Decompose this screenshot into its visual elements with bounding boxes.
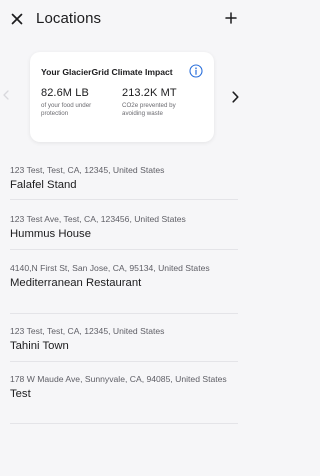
food-protected-stat: 82.6M LB of your food under protection (41, 87, 103, 118)
info-icon[interactable] (189, 64, 203, 78)
stat-label: CO2e prevented by avoiding waste (122, 102, 176, 117)
add-location-button[interactable] (223, 9, 239, 27)
locations-screen: Locations Your GlacierGrid Climate Impac… (0, 0, 244, 476)
card-title: Your GlacierGrid Climate Impact (41, 67, 173, 77)
plus-icon (225, 12, 237, 24)
impact-carousel: Your GlacierGrid Climate Impact 82.6M LB… (0, 52, 244, 144)
carousel-prev-button[interactable] (2, 88, 10, 102)
page-title: Locations (36, 10, 102, 27)
location-name: Mediterranean Restaurant (10, 276, 142, 289)
location-address: 123 Test, Test, CA, 12345, United States (10, 326, 165, 336)
close-icon (11, 13, 23, 25)
location-address: 178 W Maude Ave, Sunnyvale, CA, 94085, U… (10, 374, 227, 384)
stat-value: 82.6M LB (41, 87, 89, 99)
header: Locations (0, 0, 244, 40)
co2e-prevented-stat: 213.2K MT CO2e prevented by avoiding was… (122, 87, 184, 118)
location-address: 123 Test, Test, CA, 12345, United States (10, 165, 165, 175)
chevron-right-icon (231, 91, 239, 103)
stat-value: 213.2K MT (122, 87, 177, 99)
location-address: 4140,N First St, San Jose, CA, 95134, Un… (10, 263, 210, 273)
location-item[interactable]: 123 Test Ave, Test, CA, 123456, United S… (10, 200, 238, 250)
location-item[interactable]: 123 Test, Test, CA, 12345, United States… (10, 150, 238, 200)
location-item[interactable]: 4140,N First St, San Jose, CA, 95134, Un… (10, 250, 238, 314)
location-address: 123 Test Ave, Test, CA, 123456, United S… (10, 214, 186, 224)
location-name: Falafel Stand (10, 178, 77, 191)
location-item[interactable]: 123 Test, Test, CA, 12345, United States… (10, 314, 238, 362)
carousel-next-button[interactable] (230, 90, 240, 104)
locations-list: 123 Test, Test, CA, 12345, United States… (10, 150, 238, 424)
location-item[interactable]: 178 W Maude Ave, Sunnyvale, CA, 94085, U… (10, 362, 238, 424)
location-name: Hummus House (10, 227, 91, 240)
location-name: Tahini Town (10, 339, 69, 352)
close-button[interactable] (8, 9, 26, 29)
chevron-left-icon (3, 90, 9, 100)
climate-impact-card: Your GlacierGrid Climate Impact 82.6M LB… (30, 52, 214, 142)
location-name: Test (10, 387, 31, 400)
stat-label: of your food under protection (41, 102, 92, 117)
